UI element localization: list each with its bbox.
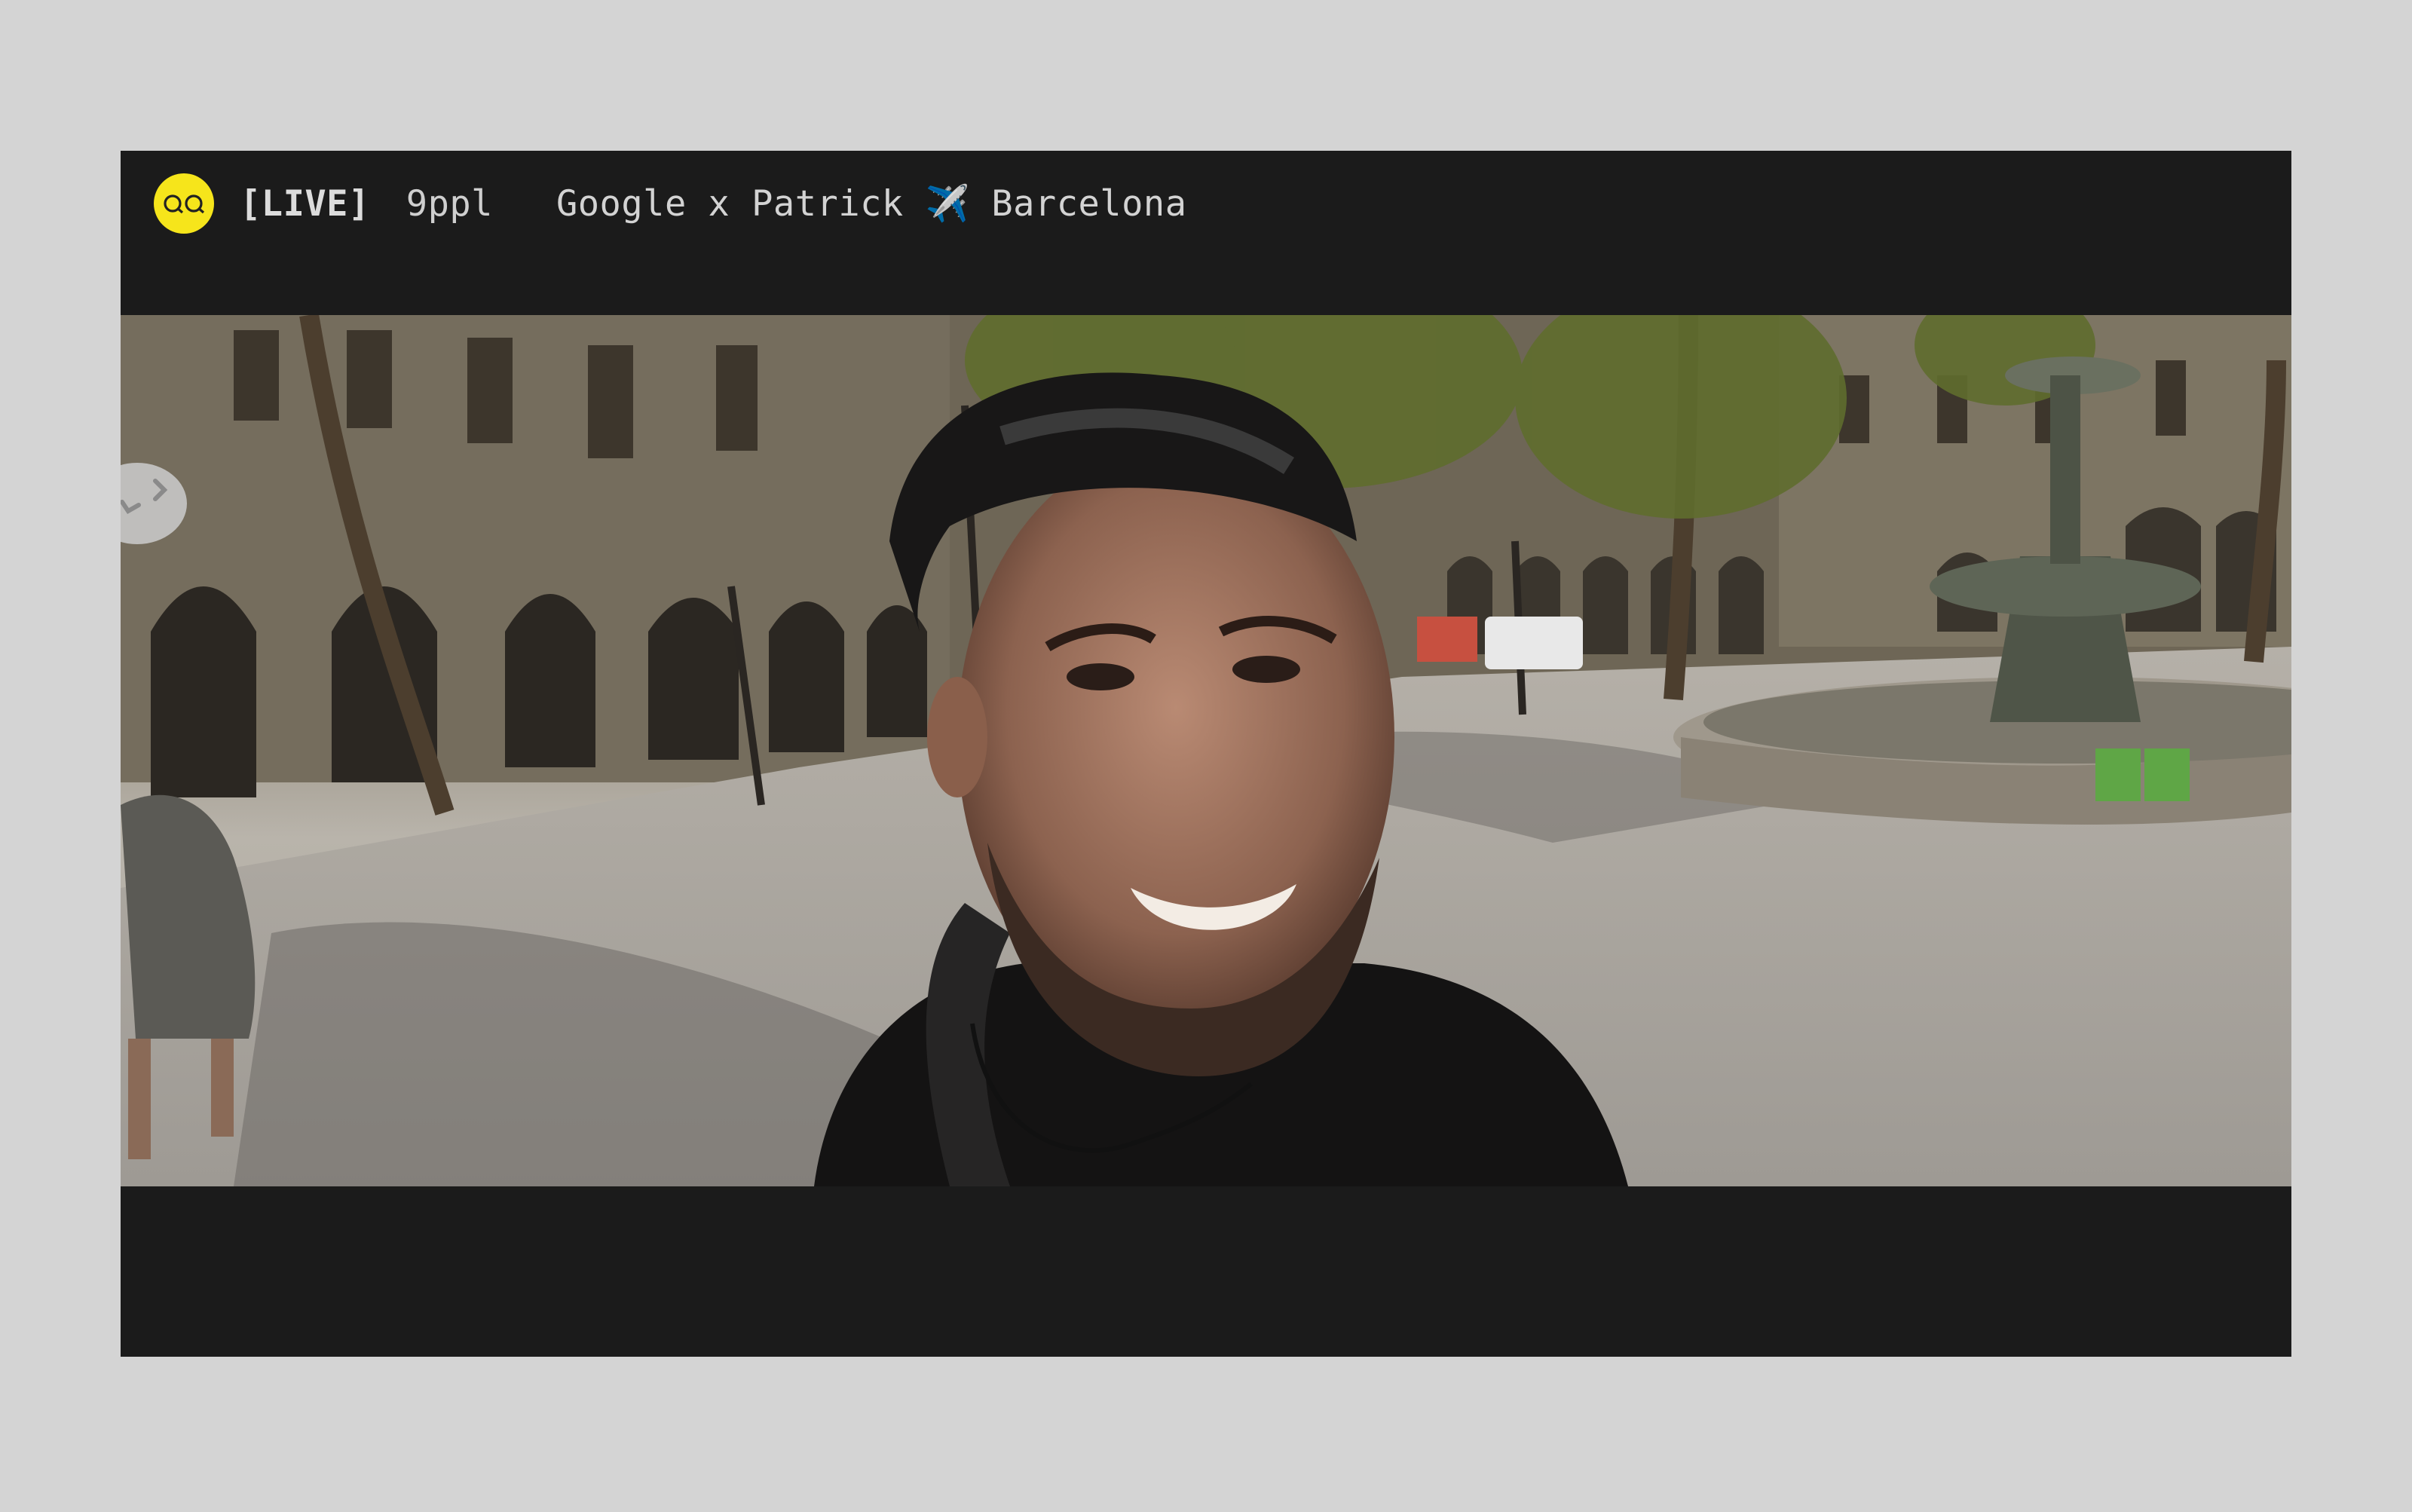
stream-title: Google x Patrick ✈️ Barcelona — [556, 182, 1187, 225]
stream-footer — [121, 1186, 2291, 1357]
video-frame[interactable] — [121, 315, 2291, 1186]
stream-header: [LIVE] 9ppl Google x Patrick ✈️ Barcelon… — [121, 151, 2291, 315]
logo-icon[interactable] — [154, 173, 214, 234]
stream-title-row: [LIVE] 9ppl Google x Patrick ✈️ Barcelon… — [214, 173, 1187, 234]
viewer-count: 9ppl — [406, 182, 493, 225]
video-scene — [121, 315, 2291, 1186]
expand-arrows-icon — [121, 479, 168, 514]
live-stream-player: [LIVE] 9ppl Google x Patrick ✈️ Barcelon… — [121, 151, 2291, 1357]
live-badge: [LIVE] — [240, 182, 370, 225]
expand-button[interactable] — [121, 463, 187, 544]
double-quote-eyes-icon — [164, 194, 205, 214]
